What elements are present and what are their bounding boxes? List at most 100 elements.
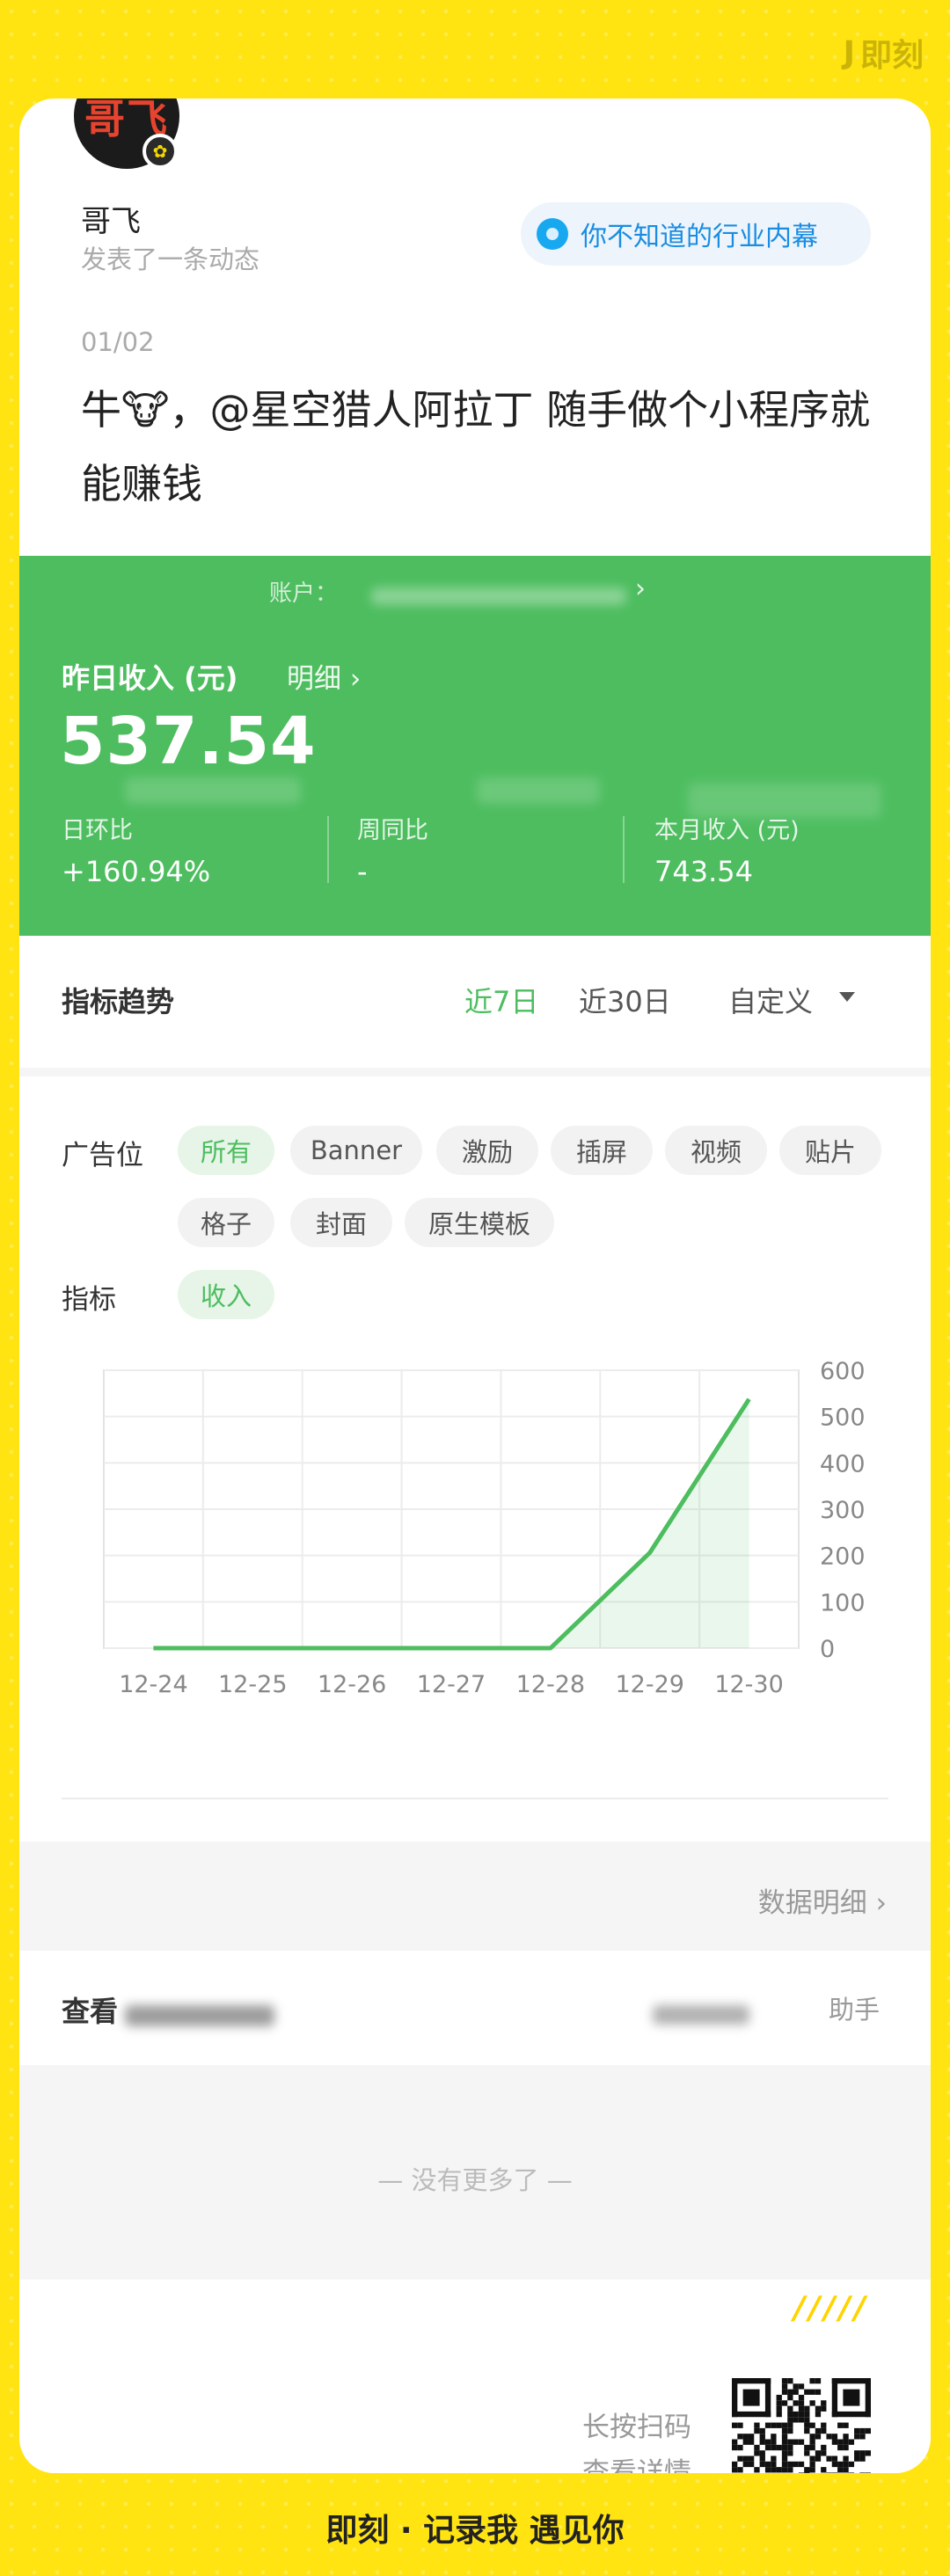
embedded-screenshot[interactable]: 账户： › 昨日收入 (元) 明细 › 537.54 日环比 +160.94% … (19, 556, 931, 2280)
qr-module (776, 2422, 782, 2428)
qr-module (793, 2439, 799, 2445)
account-label: 账户： (269, 580, 339, 607)
trend-title: 指标趋势 (62, 985, 175, 1018)
chip-grid[interactable]: 格子 (178, 1198, 274, 1247)
post-date: 01/02 (81, 327, 155, 357)
qr-module (754, 2444, 760, 2451)
qr-module (759, 2461, 765, 2468)
chip-native-template[interactable]: 原生模板 (405, 1198, 554, 1247)
metric-filter-label: 指标 (62, 1284, 116, 1316)
y-tick-label: 600 (820, 1358, 866, 1385)
qr-finder (831, 2411, 871, 2418)
chip-cover[interactable]: 封面 (290, 1198, 392, 1247)
qr-module (759, 2439, 765, 2445)
chip-banner[interactable]: Banner (290, 1126, 422, 1175)
qr-module (821, 2427, 827, 2434)
qr-module (865, 2427, 871, 2434)
chip-all[interactable]: 所有 (178, 1126, 274, 1175)
qr-module (821, 2450, 827, 2456)
qr-module (826, 2456, 832, 2462)
qr-module (837, 2467, 844, 2473)
qr-module (854, 2427, 860, 2434)
qr-module (815, 2389, 822, 2395)
qr-code-icon[interactable] (732, 2378, 871, 2473)
qr-module (776, 2400, 782, 2406)
chip-reward[interactable]: 激励 (436, 1126, 538, 1175)
blurred-text (125, 2005, 274, 2026)
qr-module (793, 2461, 799, 2468)
y-tick-label: 400 (820, 1450, 866, 1478)
data-detail-link[interactable]: 数据明细 › (758, 1880, 887, 1920)
qr-module (804, 2417, 810, 2423)
qr-module (804, 2389, 810, 2395)
qr-module (793, 2417, 799, 2423)
y-tick-label: 0 (820, 1636, 835, 1663)
chip-interstitial[interactable]: 插屏 (551, 1126, 653, 1175)
qr-module (764, 2467, 771, 2473)
x-tick-label: 12-24 (119, 1671, 187, 1698)
view-detail-hint: 查看详情 (582, 2457, 691, 2473)
blurred-text (653, 2005, 749, 2025)
qr-module (804, 2427, 810, 2434)
qr-module (831, 2434, 838, 2440)
y-tick-label: 200 (820, 1543, 866, 1571)
scan-hint: 长按扫码 (582, 2412, 691, 2443)
assistant-link[interactable]: 助手 (829, 1989, 880, 2026)
trend-header: 指标趋势 近7日 近30日 自定义 (19, 936, 931, 1068)
qr-module (859, 2472, 866, 2473)
qr-module (798, 2394, 805, 2401)
qr-module (831, 2461, 838, 2468)
tab-30days[interactable]: 近30日 (579, 980, 671, 1020)
qr-finder (831, 2378, 838, 2418)
view-label: 查看 (62, 1995, 119, 2028)
author-name[interactable]: 哥飞 (81, 197, 141, 240)
x-tick-label: 12-30 (714, 1671, 783, 1698)
qr-module (809, 2444, 815, 2451)
tab-7days[interactable]: 近7日 (464, 980, 538, 1020)
view-row[interactable]: 查看 助手 (19, 1951, 931, 2065)
qr-module (787, 2378, 793, 2384)
qr-module (826, 2472, 832, 2473)
metric-value: - (357, 855, 368, 888)
qr-finder (865, 2378, 871, 2418)
metric-label: 本月收入 (元) (654, 817, 800, 844)
verified-badge-icon: ✿ (142, 134, 178, 169)
qr-module (771, 2461, 777, 2468)
qr-module (764, 2422, 771, 2428)
qr-module (742, 2461, 749, 2468)
qr-module (837, 2461, 844, 2468)
qr-module (848, 2461, 855, 2468)
metric-value: 743.54 (654, 855, 753, 888)
qr-finder (831, 2378, 871, 2384)
y-tick-label: 100 (820, 1589, 866, 1616)
qr-module (843, 2439, 849, 2445)
qr-module (815, 2434, 822, 2440)
qr-module (815, 2405, 822, 2412)
tab-custom[interactable]: 自定义 (728, 980, 813, 1020)
qr-module (737, 2422, 743, 2428)
qr-module (781, 2378, 788, 2384)
chip-pre-roll[interactable]: 贴片 (779, 1126, 881, 1175)
qr-module (781, 2434, 788, 2440)
qr-module (809, 2378, 815, 2384)
post-text: 牛🐮，@星空猎人阿拉丁 随手做个小程序就能赚钱 (81, 386, 871, 507)
qr-module (787, 2389, 793, 2395)
chip-video[interactable]: 视频 (665, 1126, 767, 1175)
chevron-down-icon[interactable] (839, 992, 855, 1002)
qr-module (821, 2422, 827, 2428)
x-tick-label: 12-25 (218, 1671, 287, 1698)
qr-module (843, 2422, 849, 2428)
detail-link[interactable]: 明细 › (287, 656, 361, 696)
qr-module (798, 2439, 805, 2445)
qr-module (787, 2394, 793, 2401)
chip-income[interactable]: 收入 (178, 1270, 274, 1319)
topic-pill[interactable]: 你不知道的行业内幕 (521, 202, 871, 266)
qr-module (793, 2411, 799, 2418)
qr-module (787, 2467, 793, 2473)
qr-module (843, 2461, 849, 2468)
qr-module (754, 2427, 760, 2434)
qr-module (771, 2434, 777, 2440)
qr-module (854, 2434, 860, 2440)
qr-module (787, 2444, 793, 2451)
qr-module (754, 2450, 760, 2456)
